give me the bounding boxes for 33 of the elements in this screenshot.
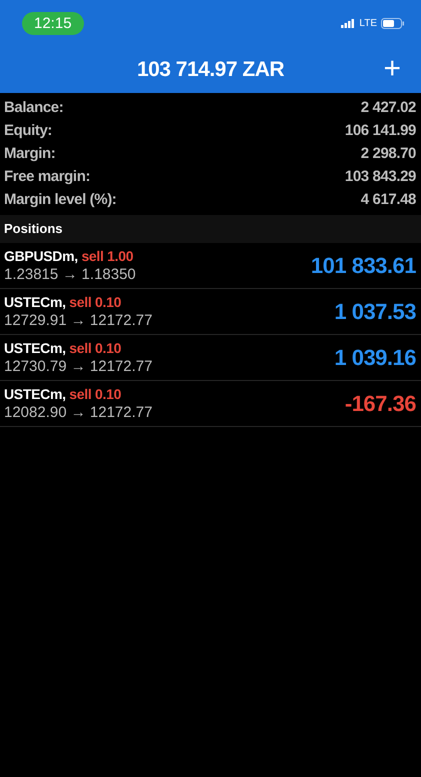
position-row[interactable]: GBPUSDm, sell 1.00 1.23815 → 1.18350 101 833.61 (0, 243, 421, 289)
position-prices: 12082.90 → 12172.77 (4, 404, 152, 421)
position-prices: 12729.91 → 12172.77 (4, 312, 152, 329)
signal-icon (341, 18, 356, 28)
positions-heading: Positions (0, 215, 421, 243)
status-time: 12:15 (22, 12, 84, 34)
position-row[interactable]: USTECm, sell 0.10 12730.79 → 12172.77 1 039.16 (0, 335, 421, 381)
summary-label: Margin level (%): (4, 191, 116, 208)
summary-value: 4 617.48 (360, 191, 416, 208)
position-row[interactable]: USTECm, sell 0.10 12082.90 → 12172.77 -167.36 (0, 381, 421, 427)
position-prices: 1.23815 → 1.18350 (4, 266, 136, 283)
summary-value: 103 843.29 (344, 168, 416, 185)
position-prices: 12730.79 → 12172.77 (4, 358, 152, 375)
summary-value: 2 298.70 (360, 145, 416, 162)
position-symbol: USTECm, sell 0.10 (4, 340, 122, 356)
position-profit: 1 039.16 (334, 344, 416, 370)
position-row[interactable]: USTECm, sell 0.10 12729.91 → 12172.77 1 037.53 (0, 289, 421, 335)
position-symbol: GBPUSDm, sell 1.00 (4, 248, 134, 264)
position-profit: 1 037.53 (334, 298, 416, 324)
summary-value: 106 141.99 (344, 122, 416, 139)
summary-label: Margin: (4, 145, 56, 162)
add-button[interactable]: + (381, 54, 403, 84)
position-symbol: USTECm, sell 0.10 (4, 294, 122, 310)
position-symbol: USTECm, sell 0.10 (4, 386, 122, 402)
position-profit: -167.36 (344, 390, 416, 416)
account-balance-title: 103 714.97 ZAR (136, 58, 284, 82)
position-profit: 101 833.61 (310, 252, 416, 278)
summary-value: 2 427.02 (360, 99, 416, 116)
summary-label: Equity: (4, 122, 52, 139)
summary-label: Balance: (4, 99, 64, 116)
battery-icon (381, 18, 405, 28)
network-label: LTE (359, 18, 377, 28)
summary-label: Free margin: (4, 168, 90, 185)
